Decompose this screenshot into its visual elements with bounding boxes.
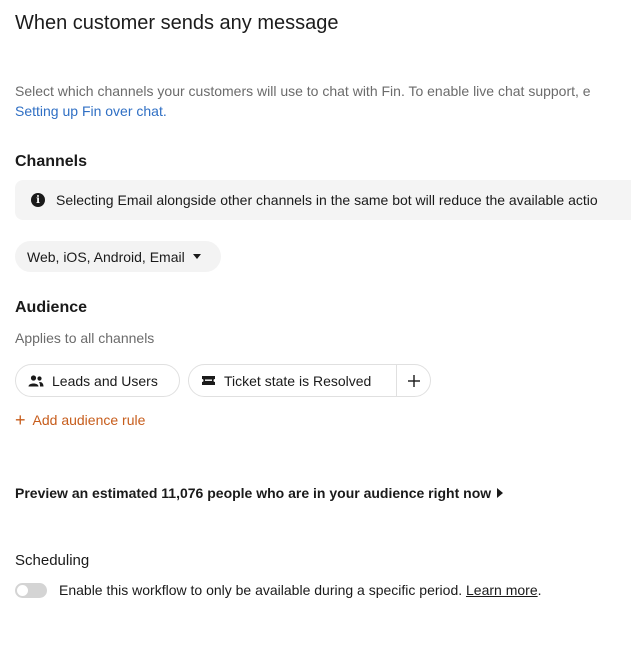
setup-fin-link[interactable]: Setting up Fin over chat. <box>15 101 167 121</box>
audience-preview-toggle[interactable]: Preview an estimated 11,076 people who a… <box>15 485 504 501</box>
channels-heading: Channels <box>15 153 88 170</box>
plus-icon <box>407 374 420 387</box>
add-condition-button[interactable] <box>396 365 430 396</box>
plus-icon: + <box>15 410 26 430</box>
scheduling-toggle[interactable] <box>15 583 47 598</box>
chip-condition: is Resolved <box>295 372 372 389</box>
scheduling-suffix: . <box>537 582 542 598</box>
audience-chip-ticket-state[interactable]: Ticket state is Resolved <box>188 364 431 397</box>
notice-text: Selecting Email alongside other channels… <box>56 192 598 208</box>
learn-more-link[interactable]: Learn more <box>466 582 538 598</box>
scheduling-text: Enable this workflow to only be availabl… <box>59 582 467 598</box>
toggle-knob <box>17 585 28 596</box>
audience-chip-leads-users[interactable]: Leads and Users <box>15 364 180 397</box>
preview-text: Preview an estimated 11,076 people who a… <box>15 485 492 501</box>
add-audience-rule-button[interactable]: + Add audience rule <box>15 411 145 429</box>
scheduling-description: Enable this workflow to only be availabl… <box>59 582 542 598</box>
chip-key: Ticket state <box>224 372 296 389</box>
people-icon <box>28 374 44 387</box>
page-title: When customer sends any message <box>15 12 339 34</box>
audience-heading: Audience <box>15 299 88 316</box>
intro-text: Select which channels your customers wil… <box>15 83 591 99</box>
channels-notice: i Selecting Email alongside other channe… <box>15 180 631 220</box>
channels-selected: Web, iOS, Android, Email <box>27 248 185 265</box>
channels-dropdown[interactable]: Web, iOS, Android, Email <box>15 241 221 272</box>
add-rule-label: Add audience rule <box>32 412 146 428</box>
chip-label: Leads and Users <box>52 372 158 389</box>
caret-right-icon <box>497 488 504 498</box>
ticket-icon <box>201 375 216 386</box>
scheduling-heading: Scheduling <box>15 552 90 569</box>
caret-down-icon <box>192 254 201 259</box>
audience-subtext: Applies to all channels <box>15 330 155 346</box>
info-icon: i <box>31 193 45 207</box>
